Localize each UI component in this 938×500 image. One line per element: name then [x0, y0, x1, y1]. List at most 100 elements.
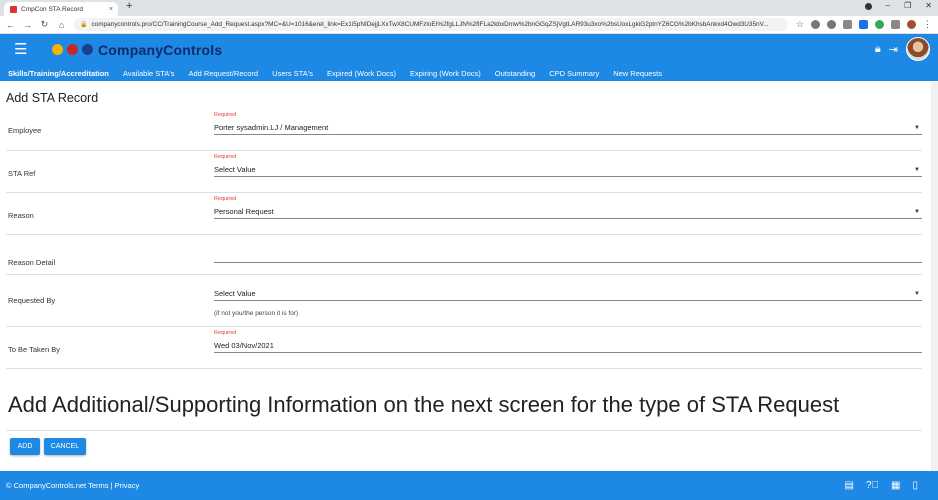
url-text: companycontrols.pro/CC/TrainingCourse_Ad… [91, 21, 769, 28]
profile-icon[interactable] [907, 20, 916, 29]
address-bar: ← → ↻ ⌂ 🔒 companycontrols.pro/CC/Trainin… [0, 16, 938, 34]
bookmark-star-icon[interactable]: ☆ [796, 19, 804, 30]
menu-icon[interactable]: ☰ [14, 42, 30, 57]
employee-row: Employee Required Porter sysadmin.LJ / M… [6, 109, 922, 151]
browser-tab-bar: CmpCon STA Record × + – ❐ ✕ [0, 0, 938, 16]
close-window-icon[interactable]: ✕ [925, 1, 932, 10]
employee-value: Porter sysadmin.LJ / Management [214, 123, 329, 132]
chat-icon[interactable]: ▤ [845, 480, 854, 491]
reason-field: Required Personal Request ▼ [214, 193, 922, 234]
reason-value: Personal Request [214, 207, 274, 216]
favicon-icon [10, 5, 17, 13]
taken-by-label: To Be Taken By [8, 345, 60, 354]
add-button[interactable]: ADD [10, 438, 40, 455]
sta-ref-row: STA Ref Required Select Value ▼ [6, 151, 922, 193]
lock-icon[interactable]: 🔒︎ [875, 43, 881, 56]
main-nav: Skills/Training/Accreditation Available … [0, 65, 938, 81]
employee-label: Employee [8, 126, 42, 135]
nav-item-available-stas[interactable]: Available STA's [123, 69, 175, 78]
required-indicator: Required [214, 154, 237, 160]
mobile-icon[interactable]: ▯ [912, 480, 918, 491]
puzzle-icon[interactable] [891, 20, 900, 29]
requested-by-row: Requested By Select Value ▼ (if not you/… [6, 275, 922, 327]
record-icon[interactable] [864, 3, 872, 10]
logo-dot [52, 44, 63, 55]
maximize-icon[interactable]: ❐ [904, 1, 911, 10]
reason-select[interactable]: Personal Request ▼ [214, 205, 922, 219]
form-actions: ADD CANCEL [6, 438, 922, 455]
required-indicator: Required [214, 196, 237, 202]
nav-item-add-request[interactable]: Add Request/Record [188, 69, 258, 78]
logo[interactable]: CompanyControls [52, 42, 222, 58]
app-header: ☰ CompanyControls 🔒︎ ⇥ [0, 34, 938, 65]
minimize-icon[interactable]: – [886, 1, 890, 10]
sta-ref-field: Required Select Value ▼ [214, 151, 922, 192]
nav-item-cpd-summary[interactable]: CPD Summary [549, 69, 599, 78]
taken-by-row: To Be Taken By Required Wed 03/Nov/2021 [6, 327, 922, 369]
reason-detail-input[interactable] [214, 249, 922, 263]
footer-text[interactable]: © CompanyControls.net Terms | Privacy [6, 481, 139, 490]
requested-by-label: Requested By [8, 296, 56, 305]
app-name: CompanyControls [98, 41, 223, 58]
chevron-down-icon[interactable]: ▼ [914, 125, 920, 131]
required-indicator: Required [214, 330, 237, 336]
nav-item-expiring[interactable]: Expiring (Work Docs) [410, 69, 481, 78]
browser-tab[interactable]: CmpCon STA Record × [4, 2, 118, 16]
requested-by-field: Select Value ▼ (if not you/the person it… [214, 275, 922, 326]
requested-by-select[interactable]: Select Value ▼ [214, 287, 922, 301]
home-icon[interactable]: ⌂ [57, 20, 66, 30]
employee-field: Required Porter sysadmin.LJ / Management… [214, 109, 922, 150]
taken-by-date-input[interactable]: Wed 03/Nov/2021 [214, 339, 922, 353]
extension-icon[interactable] [859, 20, 868, 29]
reload-icon[interactable]: ↻ [40, 19, 49, 30]
nav-item-expired[interactable]: Expired (Work Docs) [327, 69, 396, 78]
reason-detail-label: Reason Detail [8, 258, 56, 267]
back-icon[interactable]: ← [6, 20, 15, 30]
logo-dot [67, 44, 78, 55]
new-tab-button[interactable]: + [126, 0, 132, 12]
supplementary-info: Add Additional/Supporting Information on… [8, 391, 840, 417]
extension-icon[interactable] [875, 20, 884, 29]
nav-item-new-requests[interactable]: New Requests [613, 69, 662, 78]
sta-ref-label: STA Ref [8, 169, 36, 178]
employee-select[interactable]: Porter sysadmin.LJ / Management ▼ [214, 121, 922, 135]
sta-ref-value: Select Value [214, 165, 256, 174]
reason-label: Reason [8, 211, 34, 220]
requested-by-hint: (if not you/the person it is for) [214, 310, 299, 317]
avatar[interactable] [906, 37, 930, 61]
nav-item-outstanding[interactable]: Outstanding [495, 69, 535, 78]
chevron-down-icon[interactable]: ▼ [914, 167, 920, 173]
reason-row: Reason Required Personal Request ▼ [6, 193, 922, 235]
logout-icon[interactable]: ⇥ [889, 43, 898, 56]
more-menu-icon[interactable]: ⋮ [923, 19, 932, 30]
footer-icons: ▤ ?⃝ ▦ ▯ [845, 480, 918, 491]
close-tab-icon[interactable]: × [109, 6, 113, 13]
nav-item-skills[interactable]: Skills/Training/Accreditation [8, 69, 109, 78]
sta-ref-select[interactable]: Select Value ▼ [214, 163, 922, 177]
page-title: Add STA Record [6, 91, 99, 105]
cancel-button[interactable]: CANCEL [44, 438, 86, 455]
required-indicator: Required [214, 112, 237, 118]
extension-icon[interactable] [843, 20, 852, 29]
scrollbar[interactable] [931, 82, 938, 471]
tab-title: CmpCon STA Record [21, 5, 84, 13]
extension-icon[interactable] [827, 20, 836, 29]
messages-icon[interactable]: ▦ [891, 480, 900, 491]
chevron-down-icon[interactable]: ▼ [914, 209, 920, 215]
header-actions: 🔒︎ ⇥ [875, 37, 930, 61]
chevron-down-icon[interactable]: ▼ [914, 291, 920, 297]
secure-lock-icon[interactable]: 🔒 [80, 21, 87, 28]
taken-by-value: Wed 03/Nov/2021 [214, 341, 274, 350]
supplementary-row: Add Additional/Supporting Information on… [6, 369, 922, 431]
logo-dot [82, 44, 93, 55]
window-controls: – ❐ ✕ [864, 1, 932, 10]
url-bar[interactable]: 🔒 companycontrols.pro/CC/TrainingCourse_… [74, 18, 788, 31]
main-content: Add STA Record Employee Required Porter … [0, 91, 938, 455]
reason-detail-field [214, 235, 922, 274]
extension-icon[interactable] [811, 20, 820, 29]
footer: © CompanyControls.net Terms | Privacy ▤ … [0, 471, 938, 500]
nav-item-users-stas[interactable]: Users STA's [272, 69, 313, 78]
forward-icon[interactable]: → [23, 20, 32, 30]
help-icon[interactable]: ?⃝ [866, 480, 879, 491]
taken-by-field: Required Wed 03/Nov/2021 [214, 327, 922, 368]
